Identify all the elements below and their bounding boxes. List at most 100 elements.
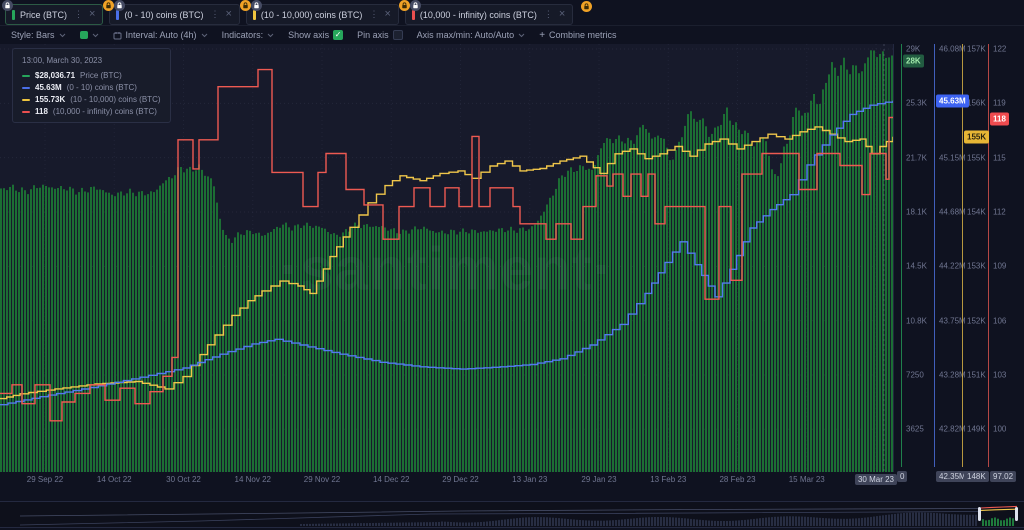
axis-tick-label: 155K: [967, 153, 986, 162]
x-axis-label: 14 Nov 22: [235, 475, 271, 484]
axis-tick-label: 154K: [967, 207, 986, 216]
last-value-badge-coins-0-10: 45.63M: [936, 95, 969, 108]
axis-tick-label: 25.3K: [906, 99, 927, 108]
tab-price-btc[interactable]: Price (BTC) ⋮ ×: [5, 4, 103, 25]
tooltip-label: (10,000 - infinity) coins (BTC): [53, 107, 157, 116]
minimap-handle-left[interactable]: [978, 507, 981, 521]
x-axis-label: 14 Oct 22: [97, 475, 132, 484]
tooltip-label: (10 - 10,000) coins (BTC): [70, 95, 160, 104]
tab-10-10000-coins[interactable]: (10 - 10,000) coins (BTC) ⋮ ×: [246, 4, 399, 25]
chevron-down-icon: [92, 33, 99, 38]
last-value-badge-coins-10k-inf: 118: [990, 113, 1009, 126]
tooltip-row: 45.63M (0 - 10) coins (BTC): [22, 83, 161, 92]
tab-label: (10 - 10,000) coins (BTC): [261, 10, 363, 20]
show-axis-label: Show axis: [288, 30, 329, 40]
metric-color-bar: [116, 10, 119, 20]
x-axis-label: 30 Oct 22: [166, 475, 201, 484]
tab-menu-icon[interactable]: ⋮: [74, 9, 83, 20]
axis-tick-label: 152K: [967, 316, 986, 325]
axis-tick-label: 115: [993, 153, 1006, 162]
style-label: Style: Bars: [11, 30, 55, 40]
indicators-label: Indicators:: [222, 30, 264, 40]
axis-line-price[interactable]: [901, 44, 902, 467]
axis-tick-label: 153K: [967, 262, 986, 271]
tooltip-value: $28,036.71: [35, 71, 75, 80]
axis-maxmin-label: Axis max/min: Auto/Auto: [417, 30, 515, 40]
chevron-down-icon: [201, 33, 208, 38]
x-axis-label: 15 Mar 23: [789, 475, 825, 484]
series-dash-icon: [22, 111, 30, 113]
tooltip-row: 118 (10,000 - infinity) coins (BTC): [22, 107, 161, 116]
interval-dropdown[interactable]: Interval: Auto (4h): [113, 30, 208, 40]
tooltip-row: $28,036.71 Price (BTC): [22, 71, 161, 80]
axis-line-coins-10k-inf[interactable]: [988, 44, 989, 467]
axis-maxmin-dropdown[interactable]: Axis max/min: Auto/Auto: [417, 30, 526, 40]
lock-icon[interactable]: [2, 0, 13, 11]
chart-toolbar: Style: Bars Interval: Auto (4h) Indicato…: [0, 27, 1024, 43]
axis-tick-label: 3625: [906, 425, 924, 434]
axis-tick-label: 151K: [967, 370, 986, 379]
metric-tab-bar: Price (BTC) ⋮ × (0 - 10) coins (BTC) ⋮ ×…: [0, 0, 1024, 26]
axis-tick-label: 106: [993, 316, 1006, 325]
axis-bottom-label: 97.02: [990, 471, 1016, 482]
axis-tick-label: 18.1K: [906, 207, 927, 216]
axis-bottom-label: 0: [897, 471, 907, 482]
indicators-dropdown[interactable]: Indicators:: [222, 30, 275, 40]
tooltip-timestamp: 13:00, March 30, 2023: [22, 56, 161, 65]
combine-metrics-label: Combine metrics: [549, 30, 617, 40]
axis-tick-label: 119: [993, 99, 1006, 108]
interval-label: Interval: Auto (4h): [126, 30, 197, 40]
axis-line-coins-0-10[interactable]: [934, 44, 935, 467]
minimap-handle-right[interactable]: [1015, 507, 1018, 521]
tab-10000-infinity-coins[interactable]: (10,000 - infinity) coins (BTC) ⋮ ×: [405, 4, 573, 25]
calendar-icon: [113, 31, 122, 40]
tooltip-label: (0 - 10) coins (BTC): [67, 83, 137, 92]
tooltip-value: 45.63M: [35, 83, 62, 92]
combine-metrics-button[interactable]: + Combine metrics: [539, 30, 616, 41]
tab-menu-icon[interactable]: ⋮: [210, 9, 219, 20]
premium-lock-icon[interactable]: [581, 1, 592, 12]
axis-tick-label: 29K: [906, 45, 920, 54]
metric-color-bar: [412, 10, 415, 20]
color-swatch: [80, 31, 88, 39]
premium-lock-icon[interactable]: [399, 0, 410, 11]
tooltip-value: 118: [35, 107, 48, 116]
axis-tick-label: 7250: [906, 370, 924, 379]
axis-tick-label: 122: [993, 45, 1006, 54]
metric-color-bar: [253, 10, 256, 20]
pin-axis-label: Pin axis: [357, 30, 389, 40]
chevron-down-icon: [267, 33, 274, 38]
timeline-minimap[interactable]: [0, 501, 1024, 528]
checkbox-unchecked-icon[interactable]: [393, 30, 403, 40]
x-axis-label-highlighted: 30 Mar 23: [855, 474, 897, 485]
axis-bottom-label: 148K: [964, 471, 989, 482]
minimap-selection[interactable]: [978, 506, 1018, 526]
series-dash-icon: [22, 75, 30, 77]
tab-menu-icon[interactable]: ⋮: [369, 9, 378, 20]
axis-tick-label: 156K: [967, 99, 986, 108]
tab-close-icon[interactable]: ×: [559, 9, 565, 20]
color-swatch-dropdown[interactable]: [80, 31, 99, 39]
tab-menu-icon[interactable]: ⋮: [544, 9, 553, 20]
last-value-badge-coins-10-10k: 155K: [964, 131, 989, 144]
tab-label: Price (BTC): [20, 10, 67, 20]
axis-tick-label: 10.8K: [906, 316, 927, 325]
show-axis-toggle[interactable]: Show axis ✓: [288, 30, 343, 40]
premium-lock-icon[interactable]: [240, 0, 251, 11]
pin-axis-toggle[interactable]: Pin axis: [357, 30, 403, 40]
last-value-badge-price: 28K: [903, 55, 924, 68]
lock-icon[interactable]: [410, 0, 421, 11]
tab-close-icon[interactable]: ×: [89, 9, 95, 20]
tab-close-icon[interactable]: ×: [225, 9, 231, 20]
lock-icon[interactable]: [251, 0, 262, 11]
tab-close-icon[interactable]: ×: [384, 9, 390, 20]
tab-0-10-coins[interactable]: (0 - 10) coins (BTC) ⋮ ×: [109, 4, 239, 25]
x-axis-label: 13 Feb 23: [650, 475, 686, 484]
premium-lock-icon[interactable]: [103, 0, 114, 11]
tab-label: (10,000 - infinity) coins (BTC): [420, 10, 537, 20]
style-dropdown[interactable]: Style: Bars: [11, 30, 66, 40]
tab-label: (0 - 10) coins (BTC): [124, 10, 203, 20]
axis-tick-label: 100: [993, 425, 1006, 434]
x-axis-label: 29 Jan 23: [581, 475, 616, 484]
checkbox-checked-icon[interactable]: ✓: [333, 30, 343, 40]
